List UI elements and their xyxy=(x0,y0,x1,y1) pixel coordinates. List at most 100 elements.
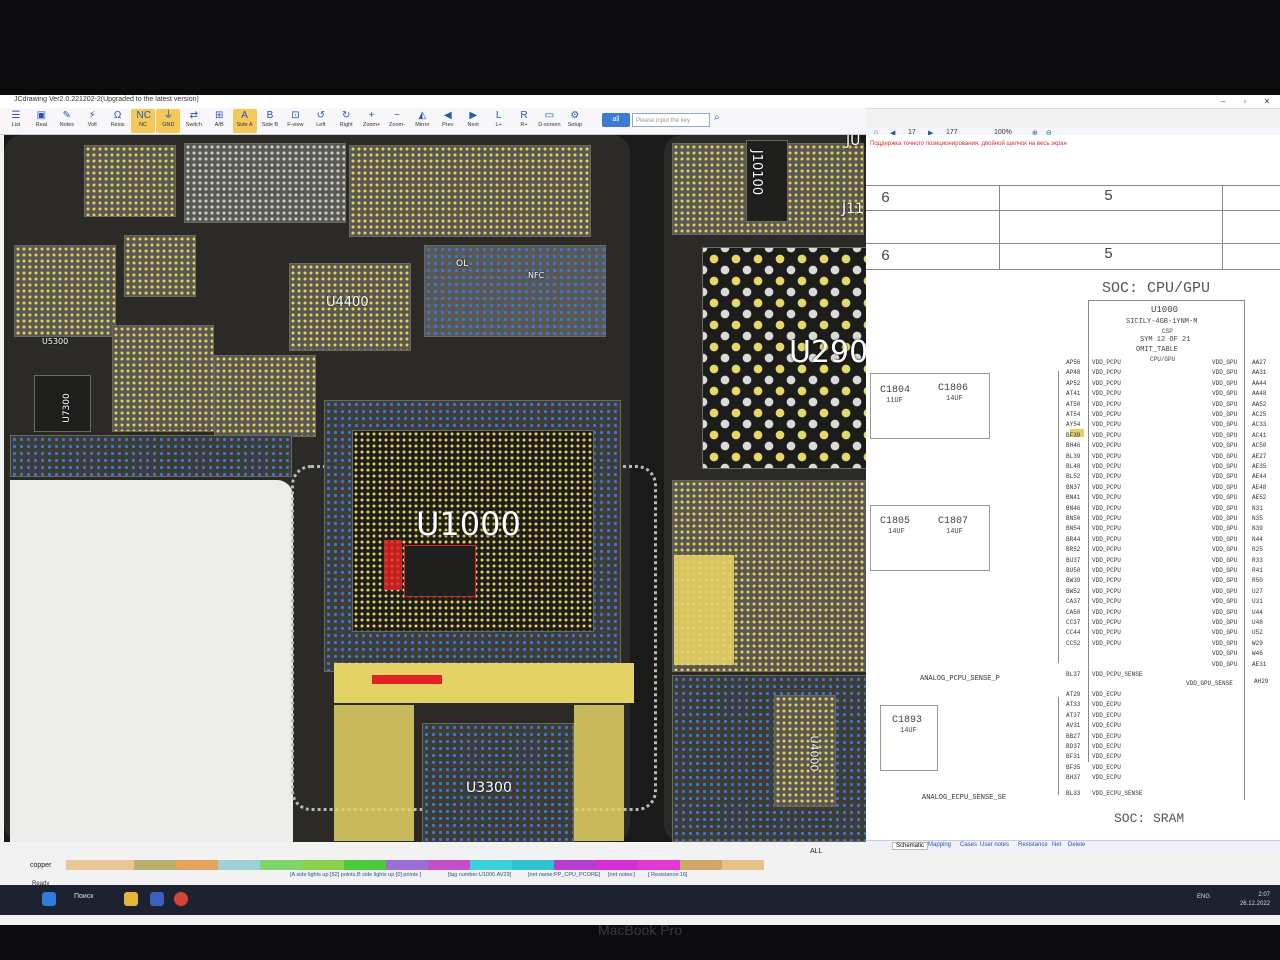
net-vdd-pcpu[interactable]: VDD_PCPU xyxy=(1092,536,1121,543)
chip-nfc[interactable] xyxy=(424,245,606,337)
net-vdd-pcpu[interactable]: VDD_PCPU xyxy=(1092,421,1121,428)
tab-delete[interactable]: Delete xyxy=(1068,842,1085,848)
pin-at41[interactable]: AT41 xyxy=(1066,390,1080,397)
tab-cases[interactable]: Cases xyxy=(960,842,977,848)
pin-ca50[interactable]: CA50 xyxy=(1066,609,1080,616)
toolbar-d-screen-button[interactable]: ▭ D-screen xyxy=(537,109,561,133)
net-vdd-ecpu[interactable]: VDD_ECPU xyxy=(1092,743,1121,750)
taskbar-search[interactable]: Поиск xyxy=(74,893,93,900)
ecpu-sense-net[interactable]: VDD_ECPU_SENSE xyxy=(1092,790,1142,797)
pin-cc44[interactable]: CC44 xyxy=(1066,629,1080,636)
chip-pads-a[interactable] xyxy=(84,145,176,217)
layer-name[interactable]: copper xyxy=(30,862,51,869)
net-vdd-pcpu[interactable]: VDD_PCPU xyxy=(1092,598,1121,605)
pin-aa27[interactable]: AA27 xyxy=(1252,359,1266,366)
net-vdd-pcpu[interactable]: VDD_PCPU xyxy=(1092,640,1121,647)
cap-c1893[interactable]: C1893 xyxy=(892,715,922,726)
net-vdd-pcpu[interactable]: VDD_PCPU xyxy=(1092,546,1121,553)
pin-ap48[interactable]: AP48 xyxy=(1066,369,1080,376)
pin-at37[interactable]: AT37 xyxy=(1066,712,1080,719)
layer-swatch[interactable] xyxy=(176,860,218,870)
toolbar-r--button[interactable]: R R+ xyxy=(512,109,536,133)
chip-u5300[interactable] xyxy=(14,245,116,337)
toolbar-right-button[interactable]: ↻ Right xyxy=(334,109,358,133)
pin-n35[interactable]: N35 xyxy=(1252,515,1263,522)
pin-aa52[interactable]: AA52 xyxy=(1252,401,1266,408)
pin-bd37[interactable]: BD37 xyxy=(1066,743,1080,750)
pin-u44[interactable]: U44 xyxy=(1252,609,1263,616)
cap-c1806[interactable]: C1806 xyxy=(938,383,968,394)
pin-bw52[interactable]: BW52 xyxy=(1066,588,1080,595)
pin-ap52[interactable]: AP52 xyxy=(1066,380,1080,387)
pin-bf31[interactable]: BF31 xyxy=(1066,753,1080,760)
pin-bn41[interactable]: BN41 xyxy=(1066,494,1080,501)
pin-bn54[interactable]: BN54 xyxy=(1066,525,1080,532)
pin-ap56[interactable]: AP56 xyxy=(1066,359,1080,366)
net-vdd-gpu[interactable]: VDD_GPU xyxy=(1212,557,1237,564)
net-vdd-gpu[interactable]: VDD_GPU xyxy=(1212,484,1237,491)
net-vdd-gpu[interactable]: VDD_GPU xyxy=(1212,525,1237,532)
chip-pads-b[interactable] xyxy=(349,145,591,237)
pin-bw39[interactable]: BW39 xyxy=(1066,577,1080,584)
pin-aa48[interactable]: AA48 xyxy=(1252,390,1266,397)
pin-r25[interactable]: R25 xyxy=(1252,546,1263,553)
layer-swatch[interactable] xyxy=(470,860,512,870)
chip-u4000-area[interactable] xyxy=(112,325,214,432)
chip-pads-c[interactable] xyxy=(124,235,196,297)
windows-start-icon[interactable] xyxy=(42,892,56,906)
pin-bl39[interactable]: BL39 xyxy=(1066,453,1080,460)
net-vdd-pcpu[interactable]: VDD_PCPU xyxy=(1092,609,1121,616)
pin-bh37[interactable]: BH37 xyxy=(1066,774,1080,781)
net-vdd-pcpu[interactable]: VDD_PCPU xyxy=(1092,619,1121,626)
net-vdd-gpu[interactable]: VDD_GPU xyxy=(1212,473,1237,480)
net-vdd-pcpu[interactable]: VDD_PCPU xyxy=(1092,588,1121,595)
pin-br44[interactable]: BR44 xyxy=(1066,536,1080,543)
cap-c1804[interactable]: C1804 xyxy=(880,385,910,396)
pin-av31[interactable]: AV31 xyxy=(1066,722,1080,729)
net-vdd-gpu[interactable]: VDD_GPU xyxy=(1212,369,1237,376)
part-ref[interactable]: U1000 xyxy=(1151,305,1178,315)
layer-swatch[interactable] xyxy=(134,860,176,870)
net-vdd-pcpu[interactable]: VDD_PCPU xyxy=(1092,557,1121,564)
chip-u4000[interactable] xyxy=(774,695,836,807)
toolbar-f-view-button[interactable]: ⊡ F-view xyxy=(283,109,307,133)
pin-cc37[interactable]: CC37 xyxy=(1066,619,1080,626)
pin-bn50[interactable]: BN50 xyxy=(1066,515,1080,522)
net-vdd-gpu[interactable]: VDD_GPU xyxy=(1212,640,1237,647)
chrome-icon[interactable] xyxy=(174,892,188,906)
chip-top-left[interactable] xyxy=(184,143,346,223)
net-vdd-pcpu[interactable]: VDD_PCPU xyxy=(1092,359,1121,366)
pin-r41[interactable]: R41 xyxy=(1252,567,1263,574)
pin-ac41[interactable]: AC41 xyxy=(1252,432,1266,439)
net-vdd-gpu[interactable]: VDD_GPU xyxy=(1212,505,1237,512)
pin-ae48[interactable]: AE48 xyxy=(1252,484,1266,491)
chip-right-bottom[interactable] xyxy=(672,675,866,842)
pin-ac33[interactable]: AC33 xyxy=(1252,421,1266,428)
layer-swatch[interactable] xyxy=(428,860,470,870)
net-vdd-pcpu[interactable]: VDD_PCPU xyxy=(1092,577,1121,584)
pin-ac25[interactable]: AC25 xyxy=(1252,411,1266,418)
net-vdd-pcpu[interactable]: VDD_PCPU xyxy=(1092,484,1121,491)
tab-resistance[interactable]: Resistance xyxy=(1018,842,1048,848)
layer-swatch[interactable] xyxy=(66,860,134,870)
toolbar-zoom--button[interactable]: + Zoom+ xyxy=(360,109,384,133)
tab-mapping[interactable]: Mapping xyxy=(928,842,951,848)
pin-ae27[interactable]: AE27 xyxy=(1252,453,1266,460)
toolbar-notes-button[interactable]: ✎ Notes xyxy=(55,109,79,133)
net-vdd-gpu[interactable]: VDD_GPU xyxy=(1212,567,1237,574)
gpu-sense-pin[interactable]: AH29 xyxy=(1254,678,1268,685)
net-vdd-gpu[interactable]: VDD_GPU xyxy=(1212,629,1237,636)
pin-at29[interactable]: AT29 xyxy=(1066,691,1080,698)
pin-bn46[interactable]: BN46 xyxy=(1066,505,1080,512)
net-vdd-pcpu[interactable]: VDD_PCPU xyxy=(1092,380,1121,387)
net-vdd-gpu[interactable]: VDD_GPU xyxy=(1212,536,1237,543)
pin-u48[interactable]: U48 xyxy=(1252,619,1263,626)
maximize-icon[interactable]: ▫ xyxy=(1234,95,1256,108)
net-vdd-gpu[interactable]: VDD_GPU xyxy=(1212,577,1237,584)
layer-swatch[interactable] xyxy=(554,860,596,870)
sense-net[interactable]: VDD_PCPU_SENSE xyxy=(1092,671,1142,678)
pin-aa31[interactable]: AA31 xyxy=(1252,369,1266,376)
pin-bl52[interactable]: BL52 xyxy=(1066,473,1080,480)
close-icon[interactable]: ✕ xyxy=(1256,95,1278,108)
net-vdd-ecpu[interactable]: VDD_ECPU xyxy=(1092,764,1121,771)
